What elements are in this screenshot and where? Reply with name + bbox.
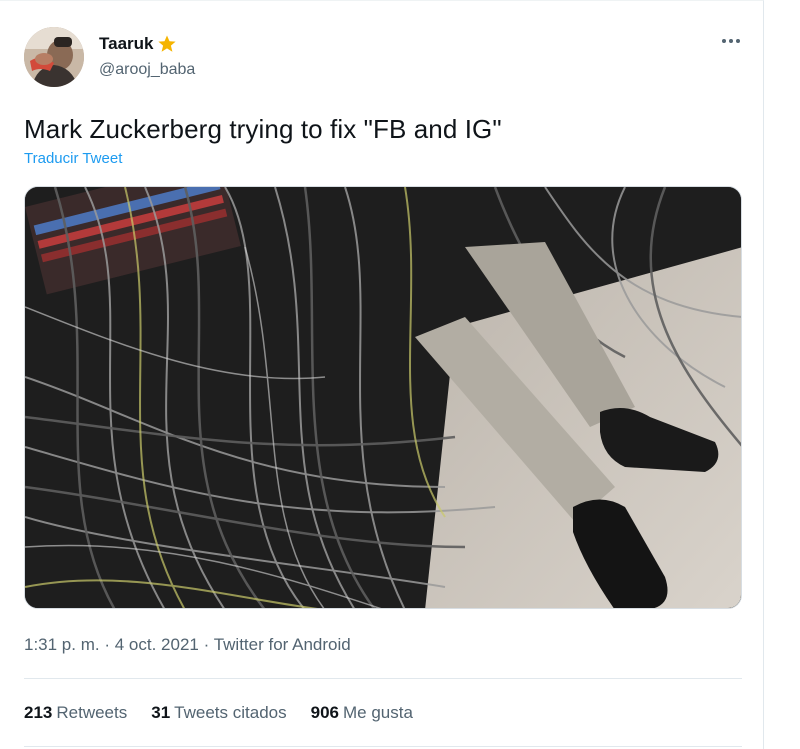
tweet-date: 4 oct. 2021 bbox=[114, 635, 199, 654]
user-handle[interactable]: @arooj_baba bbox=[99, 61, 195, 79]
likes-count: 906 bbox=[310, 703, 339, 722]
tweet-source[interactable]: Twitter for Android bbox=[214, 635, 351, 654]
meta-separator: · bbox=[104, 635, 111, 654]
tweet-time: 1:31 p. m. bbox=[24, 635, 100, 654]
tweet-meta: 1:31 p. m. · 4 oct. 2021 · Twitter for A… bbox=[24, 635, 351, 655]
quotes-label: Tweets citados bbox=[174, 703, 287, 722]
star-icon bbox=[157, 34, 177, 54]
divider bbox=[24, 678, 742, 679]
retweets-label: Retweets bbox=[56, 703, 128, 722]
translate-tweet-link[interactable]: Traducir Tweet bbox=[24, 150, 122, 167]
meta-separator-2: · bbox=[203, 635, 210, 654]
tweet-timestamp[interactable]: 1:31 p. m. · 4 oct. 2021 bbox=[24, 635, 199, 654]
display-name-text: Taaruk bbox=[99, 34, 154, 53]
more-options-icon[interactable] bbox=[718, 31, 744, 51]
tweet-text: Mark Zuckerberg trying to fix "FB and IG… bbox=[24, 114, 502, 144]
quotes-count: 31 bbox=[151, 703, 171, 722]
retweets-stat[interactable]: 213 Retweets bbox=[24, 703, 127, 723]
likes-label: Me gusta bbox=[343, 703, 413, 722]
avatar[interactable] bbox=[24, 27, 84, 87]
tweet-stats: 213 Retweets 31 Tweets citados 906 Me gusta bbox=[24, 703, 413, 723]
page-margin bbox=[764, 0, 800, 749]
retweets-count: 213 bbox=[24, 703, 53, 722]
cables-photo bbox=[25, 187, 741, 608]
divider-bottom bbox=[24, 746, 742, 747]
tweet-card: Taaruk @arooj_baba Mark Zuckerberg tryin… bbox=[0, 0, 764, 749]
quote-tweets-stat[interactable]: 31 Tweets citados bbox=[151, 703, 286, 723]
display-name[interactable]: Taaruk bbox=[99, 34, 177, 54]
tweet-media-image[interactable] bbox=[24, 186, 742, 609]
avatar-image bbox=[24, 27, 84, 87]
likes-stat[interactable]: 906 Me gusta bbox=[311, 703, 413, 723]
